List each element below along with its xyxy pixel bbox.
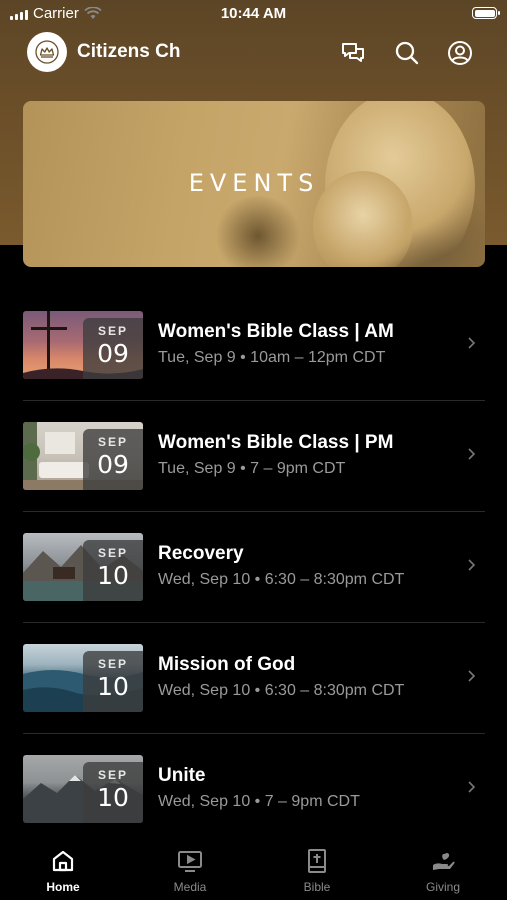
event-subtitle: Wed, Sep 10 • 6:30 – 8:30pm CDT (158, 682, 405, 699)
event-subtitle: Wed, Sep 10 • 7 – 9pm CDT (158, 793, 360, 810)
event-subtitle: Tue, Sep 9 • 10am – 12pm CDT (158, 349, 386, 366)
media-icon (178, 851, 202, 872)
date-month: SEP (97, 768, 128, 782)
profile-button[interactable] (445, 38, 475, 68)
event-subtitle: Wed, Sep 10 • 6:30 – 8:30pm CDT (158, 571, 405, 588)
event-item[interactable]: SEP 10 Unite Wed, Sep 10 • 7 – 9pm CDT (23, 734, 485, 845)
crown-icon (35, 40, 59, 64)
chat-icon (342, 43, 364, 62)
tab-media[interactable]: Media (140, 848, 240, 894)
date-month: SEP (97, 435, 128, 449)
tab-label: Media (173, 880, 207, 894)
event-thumbnail: SEP 09 (23, 311, 143, 379)
status-time: 10:44 AM (220, 5, 287, 22)
app-title: Citizens Ch (77, 41, 181, 62)
tab-label: Home (46, 880, 80, 894)
tab-label: Bible (303, 880, 331, 894)
search-button[interactable] (392, 38, 422, 68)
event-title: Women's Bible Class | PM (158, 432, 394, 453)
date-month: SEP (97, 657, 128, 671)
chevron-right-icon (468, 559, 476, 571)
tab-bible[interactable]: Bible (267, 848, 367, 894)
event-subtitle: Tue, Sep 9 • 7 – 9pm CDT (158, 460, 346, 477)
event-item[interactable]: SEP 09 Women's Bible Class | AM Tue, Sep… (23, 290, 485, 401)
chevron-right-icon (468, 448, 476, 460)
event-title: Unite (158, 765, 206, 786)
event-thumbnail: SEP 10 (23, 533, 143, 601)
tab-giving[interactable]: Giving (393, 848, 493, 894)
date-badge: SEP 10 (83, 540, 143, 601)
church-logo[interactable] (27, 32, 67, 72)
event-thumbnail: SEP 10 (23, 644, 143, 712)
tab-label: Giving (425, 880, 460, 894)
app-bar: Citizens Ch (0, 32, 507, 74)
date-badge: SEP 09 (83, 429, 143, 490)
date-badge: SEP 09 (83, 318, 143, 379)
date-day: 10 (97, 672, 129, 701)
event-title: Mission of God (158, 654, 296, 675)
date-day: 09 (97, 450, 129, 479)
date-month: SEP (97, 324, 128, 338)
search-icon (395, 41, 419, 65)
battery-icon (472, 7, 500, 19)
event-item[interactable]: SEP 10 Mission of God Wed, Sep 10 • 6:30… (23, 623, 485, 734)
date-badge: SEP 10 (83, 762, 143, 823)
bible-icon (308, 849, 326, 873)
event-thumbnail: SEP 10 (23, 755, 143, 823)
banner-title: EVENTS (188, 169, 320, 197)
date-month: SEP (97, 546, 128, 560)
tab-bar: Home Media Bible Giving (0, 840, 507, 900)
status-bar: Carrier 10:44 AM (0, 0, 507, 28)
event-title: Recovery (158, 543, 244, 564)
date-day: 10 (97, 783, 129, 812)
date-day: 09 (97, 339, 129, 368)
event-item[interactable]: SEP 09 Women's Bible Class | PM Tue, Sep… (23, 401, 485, 512)
event-item[interactable]: SEP 10 Recovery Wed, Sep 10 • 6:30 – 8:3… (23, 512, 485, 623)
events-banner: EVENTS (23, 101, 485, 267)
tab-home[interactable]: Home (13, 848, 113, 894)
event-title: Women's Bible Class | AM (158, 321, 394, 342)
date-day: 10 (97, 561, 129, 590)
date-badge: SEP 10 (83, 651, 143, 712)
home-icon (52, 850, 74, 872)
chevron-right-icon (468, 670, 476, 682)
giving-icon (433, 852, 455, 870)
messages-button[interactable] (338, 38, 368, 68)
user-icon (448, 41, 472, 65)
event-thumbnail: SEP 09 (23, 422, 143, 490)
chevron-right-icon (468, 337, 476, 349)
chevron-right-icon (468, 781, 476, 793)
